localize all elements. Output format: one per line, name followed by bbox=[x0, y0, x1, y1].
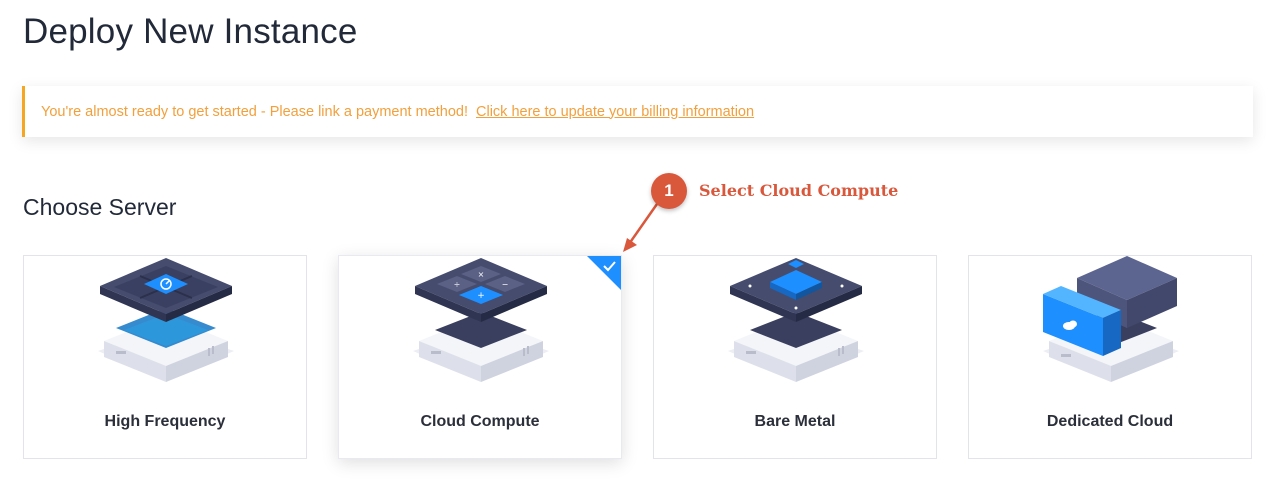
cloud-compute-server-illustration: × ÷ − + bbox=[413, 258, 549, 382]
annotation-text: Select Cloud Compute bbox=[699, 181, 899, 200]
server-label: Dedicated Cloud bbox=[1046, 413, 1174, 430]
server-label: High Frequency bbox=[104, 413, 226, 430]
annotation-step-badge: 1 bbox=[651, 173, 687, 209]
svg-text:+: + bbox=[477, 291, 485, 301]
server-card-high-frequency[interactable]: High Frequency bbox=[23, 255, 307, 459]
svg-text:×: × bbox=[478, 270, 485, 279]
server-label: Bare Metal bbox=[754, 413, 836, 430]
billing-alert: You're almost ready to get started - Ple… bbox=[22, 86, 1253, 137]
dedicated-cloud-server-illustration bbox=[1043, 256, 1179, 382]
selected-checkmark-icon bbox=[587, 256, 621, 290]
section-title: Choose Server bbox=[23, 194, 177, 220]
high-frequency-server-illustration bbox=[98, 258, 234, 382]
annotation-arrow-icon bbox=[623, 203, 659, 252]
svg-text:÷: ÷ bbox=[454, 280, 461, 289]
server-card-bare-metal[interactable]: Bare Metal bbox=[653, 255, 937, 459]
page-title: Deploy New Instance bbox=[23, 12, 358, 51]
svg-text:−: − bbox=[502, 280, 509, 289]
server-card-dedicated-cloud[interactable]: Dedicated Cloud bbox=[968, 255, 1252, 459]
billing-link[interactable]: Click here to update your billing inform… bbox=[476, 104, 754, 120]
bare-metal-server-illustration bbox=[728, 258, 864, 382]
server-label: Cloud Compute bbox=[420, 413, 540, 430]
alert-message: You're almost ready to get started - Ple… bbox=[41, 103, 468, 120]
server-card-cloud-compute[interactable]: × ÷ − + Cloud Compute bbox=[338, 255, 622, 459]
